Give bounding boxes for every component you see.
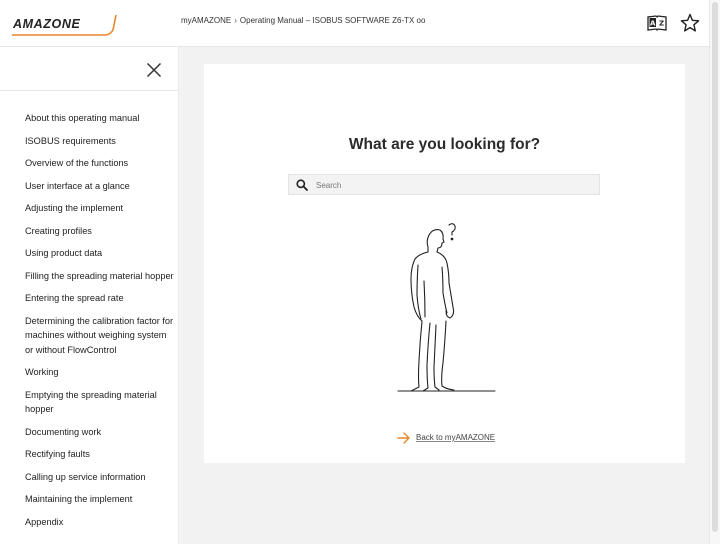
- sidebar-item-isobus-requirements[interactable]: ISOBUS requirements: [25, 134, 175, 149]
- sidebar-item-service-info[interactable]: Calling up service information: [25, 470, 175, 485]
- breadcrumb-separator: ›: [234, 16, 237, 25]
- sidebar-item-maintaining[interactable]: Maintaining the implement: [25, 492, 175, 507]
- star-icon[interactable]: [680, 13, 700, 33]
- search-input[interactable]: [314, 177, 598, 194]
- svg-text:A: A: [650, 20, 656, 28]
- search-panel: What are you looking for? Search Back to…: [204, 64, 685, 463]
- sidebar-item-calibration[interactable]: Determining the calibration factor for m…: [25, 314, 175, 358]
- page-title: What are you looking for?: [348, 136, 541, 153]
- sidebar-item-documenting[interactable]: Documenting work: [25, 425, 175, 440]
- sidebar-item-user-interface[interactable]: User interface at a glance: [25, 179, 175, 194]
- translate-icon[interactable]: A Z: [647, 13, 667, 33]
- scrollbar[interactable]: [709, 0, 720, 544]
- sidebar-item-adjusting[interactable]: Adjusting the implement: [25, 201, 175, 216]
- scrollbar-thumb[interactable]: [712, 2, 718, 532]
- arrow-right-icon: [397, 432, 410, 444]
- breadcrumb-item-manual: Operating Manual – ISOBUS SOFTWARE Z6-TX…: [239, 16, 426, 25]
- svg-text:Z: Z: [659, 20, 664, 28]
- sidebar-item-filling-hopper[interactable]: Filling the spreading material hopper: [25, 269, 175, 284]
- sidebar: About this operating manual ISOBUS requi…: [0, 47, 179, 544]
- sidebar-item-working[interactable]: Working: [25, 365, 175, 380]
- sidebar-item-profiles[interactable]: Creating profiles: [25, 224, 175, 239]
- sidebar-item-appendix[interactable]: Appendix: [25, 515, 175, 530]
- sidebar-item-overview[interactable]: Overview of the functions: [25, 156, 175, 171]
- amazone-logo[interactable]: AMAZONE: [10, 12, 120, 38]
- close-icon: [146, 62, 162, 78]
- logo-swoosh-icon: [12, 14, 117, 36]
- sidebar-item-product-data[interactable]: Using product data: [25, 246, 175, 261]
- sidebar-nav: About this operating manual ISOBUS requi…: [25, 111, 175, 537]
- sidebar-item-spread-rate[interactable]: Entering the spread rate: [25, 291, 175, 306]
- sidebar-item-faults[interactable]: Rectifying faults: [25, 447, 175, 462]
- breadcrumb: myAMAZONE › Operating Manual – ISOBUS SOFT…: [181, 16, 425, 25]
- sidebar-item-about[interactable]: About this operating manual: [25, 111, 175, 126]
- breadcrumb-item-myamazone[interactable]: myAMAZONE: [181, 16, 231, 25]
- search-icon: [296, 179, 308, 191]
- close-sidebar-button[interactable]: [146, 62, 162, 78]
- sidebar-item-emptying-hopper[interactable]: Emptying the spreading material hopper: [25, 388, 175, 417]
- thinking-person-illustration: [397, 223, 496, 392]
- sidebar-divider: [0, 90, 178, 91]
- header: AMAZONE myAMAZONE › Operating Manual – ISO…: [0, 0, 710, 47]
- back-link-label: Back to myAMAZONE: [416, 433, 496, 442]
- search-box[interactable]: [288, 174, 600, 195]
